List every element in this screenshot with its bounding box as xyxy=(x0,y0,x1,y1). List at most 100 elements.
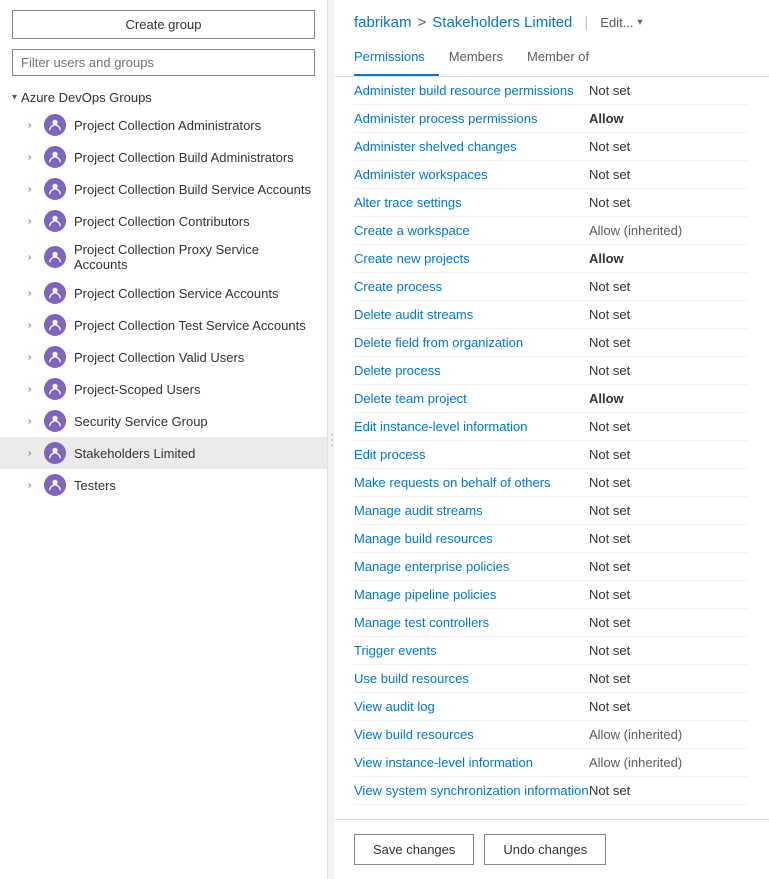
list-item[interactable]: › Project-Scoped Users xyxy=(0,373,327,405)
expand-arrow-icon: › xyxy=(28,384,40,395)
list-item[interactable]: › Project Collection Build Service Accou… xyxy=(0,173,327,205)
group-item-label: Project Collection Valid Users xyxy=(74,350,244,365)
tab-members[interactable]: Members xyxy=(449,41,517,76)
permission-name[interactable]: Manage test controllers xyxy=(354,615,489,630)
org-name[interactable]: fabrikam xyxy=(354,14,412,31)
table-row: Use build resources Not set xyxy=(354,665,749,693)
left-panel: Create group ▾ Azure DevOps Groups › Pro… xyxy=(0,0,328,879)
permission-name[interactable]: Trigger events xyxy=(354,643,437,658)
avatar xyxy=(44,114,66,136)
table-row: View build resources Allow (inherited) xyxy=(354,721,749,749)
permission-name[interactable]: View audit log xyxy=(354,699,435,714)
permission-name[interactable]: View build resources xyxy=(354,727,474,742)
avatar xyxy=(44,346,66,368)
dropdown-arrow-icon: ▾ xyxy=(638,17,643,28)
permission-value: Not set xyxy=(589,559,749,574)
expand-arrow-icon: › xyxy=(28,416,40,427)
table-row: Manage audit streams Not set xyxy=(354,497,749,525)
permission-name[interactable]: Delete audit streams xyxy=(354,307,473,322)
section-label[interactable]: ▾ Azure DevOps Groups xyxy=(0,86,327,109)
list-item[interactable]: › Project Collection Contributors xyxy=(0,205,327,237)
permission-value: Not set xyxy=(589,335,749,350)
table-row: Alter trace settings Not set xyxy=(354,189,749,217)
table-row: Edit process Not set xyxy=(354,441,749,469)
table-row: Delete process Not set xyxy=(354,357,749,385)
permission-name[interactable]: Manage audit streams xyxy=(354,503,483,518)
expand-arrow-icon: › xyxy=(28,288,40,299)
avatar xyxy=(44,410,66,432)
table-row: Administer shelved changes Not set xyxy=(354,133,749,161)
table-row: Create a workspace Allow (inherited) xyxy=(354,217,749,245)
group-item-label: Project Collection Service Accounts xyxy=(74,286,278,301)
permissions-area: Administer build resource permissions No… xyxy=(334,77,769,819)
expand-arrow-icon: › xyxy=(28,120,40,131)
permission-name[interactable]: Administer shelved changes xyxy=(354,139,517,154)
permission-value: Not set xyxy=(589,195,749,210)
list-item[interactable]: › Stakeholders Limited xyxy=(0,437,327,469)
list-item[interactable]: › Testers xyxy=(0,469,327,501)
permission-name[interactable]: Use build resources xyxy=(354,671,469,686)
group-item-label: Project Collection Build Service Account… xyxy=(74,182,311,197)
edit-button[interactable]: Edit... ▾ xyxy=(600,15,642,30)
avatar xyxy=(44,442,66,464)
group-list: ▾ Azure DevOps Groups › Project Collecti… xyxy=(0,86,327,879)
table-row: Manage enterprise policies Not set xyxy=(354,553,749,581)
tab-permissions[interactable]: Permissions xyxy=(354,41,439,76)
avatar xyxy=(44,314,66,336)
create-group-button[interactable]: Create group xyxy=(12,10,315,39)
permission-value: Not set xyxy=(589,503,749,518)
expand-arrow-icon: › xyxy=(28,320,40,331)
permissions-list: Administer build resource permissions No… xyxy=(354,77,749,805)
permission-name[interactable]: Delete process xyxy=(354,363,441,378)
permission-name[interactable]: Administer process permissions xyxy=(354,111,538,126)
permission-name[interactable]: Create new projects xyxy=(354,251,470,266)
group-item-label: Project Collection Administrators xyxy=(74,118,261,133)
group-name-breadcrumb[interactable]: Stakeholders Limited xyxy=(432,14,572,31)
permission-name[interactable]: Administer workspaces xyxy=(354,167,488,182)
undo-button[interactable]: Undo changes xyxy=(484,834,606,865)
permission-name[interactable]: Delete team project xyxy=(354,391,467,406)
right-panel: fabrikam > Stakeholders Limited | Edit..… xyxy=(334,0,769,879)
permission-name[interactable]: View system synchronization information xyxy=(354,783,589,798)
group-items: › Project Collection Administrators › Pr… xyxy=(0,109,327,501)
permission-name[interactable]: Edit instance-level information xyxy=(354,419,527,434)
permission-name[interactable]: Create process xyxy=(354,279,442,294)
permission-value: Not set xyxy=(589,671,749,686)
group-item-label: Stakeholders Limited xyxy=(74,446,195,461)
permission-name[interactable]: Make requests on behalf of others xyxy=(354,475,551,490)
permission-value: Allow (inherited) xyxy=(589,223,749,238)
permission-name[interactable]: Manage pipeline policies xyxy=(354,587,496,602)
tab-member-of[interactable]: Member of xyxy=(527,41,603,76)
section-chevron-icon: ▾ xyxy=(12,92,17,103)
permission-name[interactable]: Manage build resources xyxy=(354,531,493,546)
avatar xyxy=(44,474,66,496)
filter-input[interactable] xyxy=(12,49,315,76)
permission-name[interactable]: Delete field from organization xyxy=(354,335,523,350)
list-item[interactable]: › Project Collection Administrators xyxy=(0,109,327,141)
expand-arrow-icon: › xyxy=(28,216,40,227)
permission-name[interactable]: Alter trace settings xyxy=(354,195,462,210)
permission-value: Allow (inherited) xyxy=(589,755,749,770)
permission-name[interactable]: Manage enterprise policies xyxy=(354,559,509,574)
breadcrumb-separator: > xyxy=(418,14,427,31)
list-item[interactable]: › Project Collection Build Administrator… xyxy=(0,141,327,173)
list-item[interactable]: › Project Collection Service Accounts xyxy=(0,277,327,309)
permission-name[interactable]: Create a workspace xyxy=(354,223,470,238)
avatar xyxy=(44,378,66,400)
permission-value: Not set xyxy=(589,363,749,378)
permission-value: Not set xyxy=(589,279,749,294)
permission-name[interactable]: Edit process xyxy=(354,447,426,462)
table-row: Trigger events Not set xyxy=(354,637,749,665)
table-row: View instance-level information Allow (i… xyxy=(354,749,749,777)
list-item[interactable]: › Project Collection Valid Users xyxy=(0,341,327,373)
save-button[interactable]: Save changes xyxy=(354,834,474,865)
permission-value: Not set xyxy=(589,615,749,630)
group-item-label: Project-Scoped Users xyxy=(74,382,200,397)
list-item[interactable]: › Project Collection Test Service Accoun… xyxy=(0,309,327,341)
list-item[interactable]: › Security Service Group xyxy=(0,405,327,437)
permission-name[interactable]: View instance-level information xyxy=(354,755,533,770)
table-row: Edit instance-level information Not set xyxy=(354,413,749,441)
permission-name[interactable]: Administer build resource permissions xyxy=(354,83,574,98)
list-item[interactable]: › Project Collection Proxy Service Accou… xyxy=(0,237,327,277)
table-row: Administer process permissions Allow xyxy=(354,105,749,133)
